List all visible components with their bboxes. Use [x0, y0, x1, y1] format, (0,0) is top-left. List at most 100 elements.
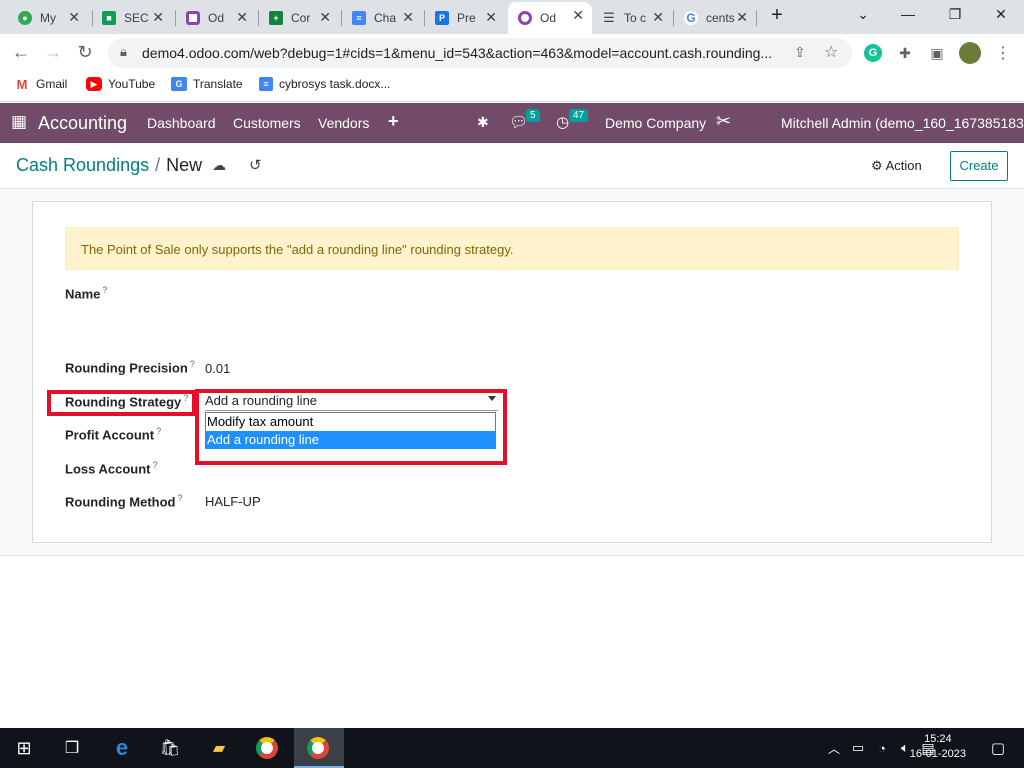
back-arrow-icon[interactable]: ←: [10, 42, 32, 63]
close-icon[interactable]: ✕: [572, 7, 584, 24]
close-icon[interactable]: ✕: [485, 9, 497, 26]
docs-icon: ≡: [259, 77, 273, 91]
breadcrumb-cash-roundings[interactable]: Cash Roundings: [16, 155, 149, 175]
rounding-method-select[interactable]: HALF-UP: [205, 494, 261, 509]
field-label-name: Name?: [65, 285, 108, 302]
debug-bug-icon[interactable]: ✱: [477, 114, 489, 131]
rounding-precision-input[interactable]: 0.01: [205, 361, 230, 376]
activity-clock-icon[interactable]: ◷: [556, 113, 569, 131]
edge-browser-icon[interactable]: e: [110, 735, 134, 760]
browser-tab[interactable]: + Cor ✕: [259, 4, 339, 32]
field-label-loss-account: Loss Account?: [65, 460, 158, 477]
windows-start-icon[interactable]: ⊞: [12, 736, 36, 760]
save-cloud-icon[interactable]: ☁: [212, 157, 226, 174]
store-icon[interactable]: 🛍︎: [158, 736, 182, 760]
browser-tab[interactable]: G cents - ✕: [674, 4, 756, 32]
highlight-box-dropdown: [195, 389, 507, 465]
action-menu-button[interactable]: ⚙ Action: [871, 158, 922, 174]
browser-tab[interactable]: Od ✕: [176, 4, 256, 32]
bookmark-star-icon[interactable]: ☆: [824, 42, 838, 62]
tab-title: Cor: [291, 11, 311, 25]
name-input[interactable]: [205, 286, 959, 326]
system-clock[interactable]: 15:24 16-01-2023: [910, 732, 966, 762]
bookmark-cybrosys-task[interactable]: ≡ cybrosys task.docx...: [259, 77, 390, 91]
menu-kebab-icon[interactable]: ⋮: [994, 44, 1012, 62]
app-name[interactable]: Accounting: [38, 113, 127, 134]
tab-title: SEC: [124, 11, 148, 25]
browser-tab-bar: ● My ✕ ■ SEC ✕ Od ✕ + Cor ✕ ≡ Cha ✕ P Pr…: [0, 0, 1024, 34]
url-text[interactable]: demo4.odoo.com/web?debug=1#cids=1&menu_i…: [142, 45, 792, 61]
close-icon[interactable]: ✕: [652, 9, 664, 26]
odoo-favicon-icon: [518, 11, 532, 25]
side-panel-icon[interactable]: ▣: [928, 44, 946, 62]
close-icon[interactable]: ✕: [736, 9, 748, 26]
google-favicon-icon: G: [684, 11, 698, 25]
chrome-icon[interactable]: [256, 737, 278, 759]
company-switcher[interactable]: Demo Company: [605, 115, 706, 131]
odoo-navbar: ▦ Accounting Dashboard Customers Vendors…: [0, 103, 1024, 237]
grammarly-icon[interactable]: G: [864, 44, 882, 62]
create-button[interactable]: Create: [950, 151, 1008, 181]
close-window-button[interactable]: ✕: [986, 6, 1016, 23]
notifications-icon[interactable]: ▢: [986, 736, 1010, 760]
lock-icon: 🔒︎: [120, 44, 127, 59]
messages-badge: 5: [526, 109, 540, 122]
user-menu[interactable]: Mitchell Admin (demo_160_1673851836): [781, 115, 1024, 131]
gmail-icon: M: [14, 77, 30, 92]
browser-tab[interactable]: ☰ To c ✕: [592, 4, 672, 32]
minimize-button[interactable]: —: [893, 6, 923, 22]
help-tooltip-icon[interactable]: ?: [190, 359, 195, 369]
discard-undo-icon[interactable]: ↺: [249, 156, 262, 174]
close-icon[interactable]: ✕: [236, 9, 248, 26]
help-tooltip-icon[interactable]: ?: [102, 285, 107, 295]
control-panel: Cash Roundings / New ☁ ↺ ⚙ Action Create: [0, 143, 1024, 189]
close-icon[interactable]: ✕: [68, 9, 80, 26]
highlight-box-label: [47, 390, 196, 416]
menu-vendors[interactable]: Vendors: [318, 115, 369, 131]
tab-title: Od: [540, 11, 557, 25]
help-tooltip-icon[interactable]: ?: [152, 460, 157, 470]
wifi-icon[interactable]: ◔: [870, 736, 894, 760]
bookmark-translate[interactable]: G Translate: [171, 77, 243, 91]
translate-icon: G: [171, 77, 187, 91]
close-icon[interactable]: ✕: [402, 9, 414, 26]
tab-title: To c: [624, 11, 647, 25]
field-label-rounding-precision: Rounding Precision?: [65, 359, 195, 376]
extensions-puzzle-icon[interactable]: ✚: [896, 44, 914, 62]
share-icon[interactable]: ⇪: [794, 44, 806, 61]
new-tab-button[interactable]: +: [762, 4, 792, 27]
browser-tab[interactable]: P Pre ✕: [425, 4, 505, 32]
close-icon[interactable]: ✕: [152, 9, 164, 26]
tab-search-icon[interactable]: ⌄: [848, 6, 878, 23]
battery-icon[interactable]: ▭: [846, 736, 870, 760]
help-tooltip-icon[interactable]: ?: [177, 493, 182, 503]
windows-taskbar: ⊞ ❒ e 🛍︎ ▰ ︿ ▭ ◔ 🔈︎ ▤ 15:24 16-01-2023 ▢: [0, 728, 1024, 768]
browser-tab[interactable]: ≡ Cha ✕: [342, 4, 422, 32]
browser-tab[interactable]: ● My ✕: [8, 4, 88, 32]
taskbar-active-app[interactable]: [294, 728, 344, 768]
file-explorer-icon[interactable]: ▰: [207, 736, 231, 760]
reload-icon[interactable]: ↻: [74, 42, 96, 63]
chevron-up-icon[interactable]: ︿: [822, 736, 846, 760]
youtube-icon: ▶: [86, 77, 102, 91]
breadcrumb-current: New: [166, 155, 203, 175]
forward-arrow-icon[interactable]: →: [42, 42, 64, 63]
omnibox[interactable]: 🔒︎ demo4.odoo.com/web?debug=1#cids=1&men…: [108, 38, 852, 68]
close-icon[interactable]: ✕: [319, 9, 331, 26]
help-tooltip-icon[interactable]: ?: [156, 426, 161, 436]
apps-grid-icon[interactable]: ▦: [11, 112, 27, 132]
browser-tab[interactable]: ■ SEC ✕: [92, 4, 172, 32]
bookmark-gmail[interactable]: M Gmail: [14, 77, 67, 92]
tools-icon[interactable]: ✂: [716, 111, 731, 132]
profile-avatar-icon[interactable]: [959, 42, 981, 64]
tab-title: Od: [208, 11, 225, 25]
breadcrumb: Cash Roundings / New: [16, 155, 202, 176]
browser-tab-active[interactable]: Od ✕: [508, 2, 592, 34]
menu-dashboard[interactable]: Dashboard: [147, 115, 216, 131]
breadcrumb-separator: /: [155, 155, 161, 175]
task-view-icon[interactable]: ❒: [60, 736, 84, 760]
menu-customers[interactable]: Customers: [233, 115, 301, 131]
plus-icon[interactable]: +: [388, 111, 399, 132]
bookmark-youtube[interactable]: ▶ YouTube: [86, 77, 155, 91]
restore-button[interactable]: ❐: [940, 6, 970, 23]
